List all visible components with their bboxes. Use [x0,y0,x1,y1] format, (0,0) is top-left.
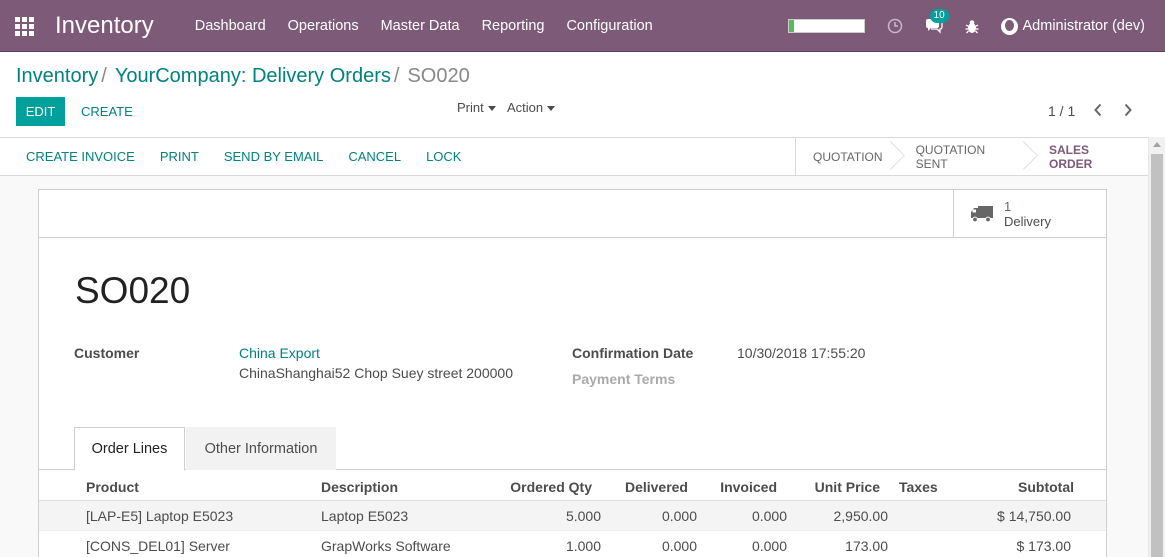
pager-previous-button[interactable] [1093,103,1103,122]
chevron-left-icon [1094,103,1102,117]
column-subtotal[interactable]: Subtotal [974,479,1074,495]
row-delivered: 0.000 [661,508,697,524]
breadcrumb-inventory[interactable]: Inventory [16,65,98,88]
apps-menu-icon[interactable] [15,16,35,36]
scroll-up-arrow-icon[interactable] [1153,142,1161,147]
create-button[interactable]: CREATE [81,104,133,119]
stage-quotation-sent[interactable]: QUOTATION SENT [899,138,1032,175]
breadcrumb-separator: / [101,65,107,87]
customer-link[interactable]: China Export [239,345,320,361]
activity-clock-icon[interactable] [887,18,903,34]
smart-button-box: 1 Delivery [39,190,1106,238]
confirmation-date-label: Confirmation Date [572,345,694,361]
form-sheet: 1 Delivery SO020 Customer China Export C… [38,189,1107,557]
row-ordered-qty: 5.000 [565,508,601,524]
breadcrumb-current: SO020 [407,65,470,87]
form-tabs: Order Lines Other Information [39,427,1106,471]
row-unit-price: 2,950.00 [833,508,889,524]
pager-next-button[interactable] [1123,103,1133,122]
edit-button[interactable]: EDIT [16,97,65,126]
row-ordered-qty: 1.000 [565,538,601,554]
row-invoiced: 0.000 [751,538,787,554]
main-menu: Dashboard Operations Master Data Reporti… [184,18,664,34]
payment-terms-label: Payment Terms [572,371,676,387]
caret-down-icon [547,105,556,111]
stage-sales-order[interactable]: SALES ORDER [1032,138,1148,175]
create-invoice-button[interactable]: CREATE INVOICE [26,149,135,164]
user-avatar [1000,17,1018,35]
column-taxes[interactable]: Taxes [899,479,938,495]
truck-icon [971,206,993,223]
send-by-email-button[interactable]: SEND BY EMAIL [224,149,323,164]
column-product[interactable]: Product [86,479,139,495]
onboarding-progress-bar[interactable] [787,19,865,33]
navbar-systray: 10 Administrator (dev) [787,0,1145,52]
user-name: Administrator (dev) [1022,18,1145,34]
row-description: Laptop E5023 [321,508,409,524]
delivery-smart-button[interactable]: 1 Delivery [953,190,1106,238]
confirmation-date-value: 10/30/2018 17:55:20 [737,345,866,361]
table-header: Product Description Ordered Qty Delivere… [39,471,1106,501]
breadcrumb-separator: / [393,65,400,87]
chevron-right-icon [1124,103,1132,117]
breadcrumb: Inventory / YourCompany: Delivery Orders… [16,65,470,88]
print-button[interactable]: PRINT [160,149,199,164]
menu-master-data[interactable]: Master Data [370,18,471,34]
statusbar-buttons: CREATE INVOICE PRINT SEND BY EMAIL CANCE… [0,138,461,175]
app-brand[interactable]: Inventory [55,12,154,40]
messages-icon[interactable]: 10 [925,9,949,34]
progress-fill [788,20,794,32]
column-unit-price[interactable]: Unit Price [790,479,880,495]
page-scrollbar[interactable] [1148,137,1165,557]
customer-label: Customer [74,345,140,361]
breadcrumb-delivery-orders[interactable]: YourCompany: Delivery Orders [115,65,391,88]
row-subtotal: $ 14,750.00 [997,508,1071,524]
user-menu[interactable]: Administrator (dev) [1000,17,1145,35]
table-row[interactable]: [CONS_DEL01] Server GrapWorks Software 1… [39,531,1106,557]
tab-other-information[interactable]: Other Information [186,427,336,470]
tab-order-lines[interactable]: Order Lines [74,427,185,471]
row-product: [CONS_DEL01] Server [86,538,230,554]
smart-button-text: 1 Delivery [1004,199,1051,229]
column-invoiced[interactable]: Invoiced [697,479,777,495]
message-count-badge: 10 [929,9,949,23]
action-dropdown[interactable]: Action [507,100,556,115]
print-dropdown-label: Print [457,100,484,115]
delivery-count: 1 [1004,199,1012,214]
print-dropdown[interactable]: Print [457,100,496,115]
scrollbar-thumb[interactable] [1151,154,1163,557]
menu-reporting[interactable]: Reporting [471,18,556,34]
row-delivered: 0.000 [661,538,697,554]
top-navbar: Inventory Dashboard Operations Master Da… [0,0,1165,52]
delivery-label: Delivery [1004,214,1051,229]
menu-configuration[interactable]: Configuration [555,18,663,34]
caret-down-icon [487,105,496,111]
column-description[interactable]: Description [321,479,398,495]
action-dropdown-label: Action [507,100,544,115]
row-description: GrapWorks Software [321,538,451,554]
stage-quotation[interactable]: QUOTATION [796,138,899,175]
form-statusbar: CREATE INVOICE PRINT SEND BY EMAIL CANCE… [0,137,1148,176]
status-stages: QUOTATION QUOTATION SENT SALES ORDER [795,138,1148,175]
menu-operations[interactable]: Operations [277,18,370,34]
pager-value[interactable]: 1 / 1 [1048,103,1075,119]
row-subtotal: $ 173.00 [1016,538,1072,554]
row-invoiced: 0.000 [751,508,787,524]
order-lines-table: Product Description Ordered Qty Delivere… [39,471,1106,557]
menu-dashboard[interactable]: Dashboard [184,18,277,34]
column-ordered-qty[interactable]: Ordered Qty [492,479,592,495]
order-title: SO020 [75,270,191,311]
customer-address: ChinaShanghai52 Chop Suey street 200000 [239,365,513,381]
debug-bug-icon[interactable] [965,19,979,34]
row-unit-price: 173.00 [845,538,888,554]
column-delivered[interactable]: Delivered [608,479,688,495]
table-row[interactable]: [LAP-E5] Laptop E5023 Laptop E5023 5.000… [39,501,1106,531]
lock-button[interactable]: LOCK [426,149,461,164]
row-product: [LAP-E5] Laptop E5023 [86,508,234,524]
cancel-button[interactable]: CANCEL [348,149,401,164]
